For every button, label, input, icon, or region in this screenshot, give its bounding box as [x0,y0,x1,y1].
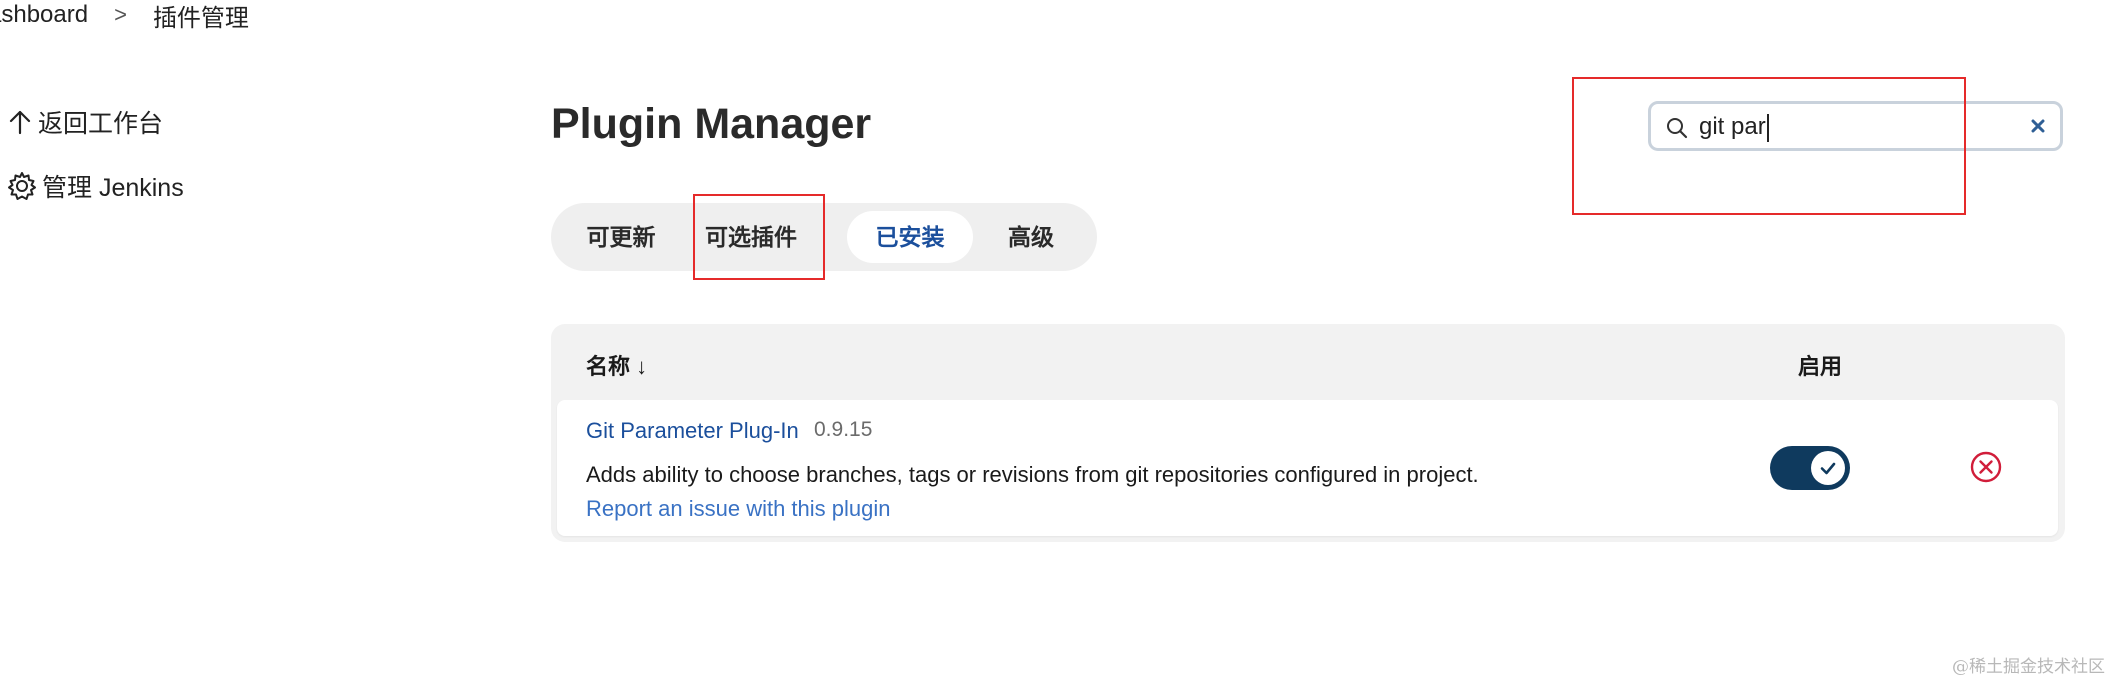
table-row: Git Parameter Plug-In 0.9.15 Adds abilit… [557,400,2058,536]
tab-updates[interactable]: 可更新 [569,211,673,263]
side-item-back-to-dashboard[interactable]: 返回工作台 [6,104,163,140]
plugins-table: 名称 ↓ 启用 Git Parameter Plug-In 0.9.15 Add… [551,324,2065,542]
breadcrumb-plugin-manager[interactable]: 插件管理 [153,0,249,33]
plugin-description: Adds ability to choose branches, tags or… [586,462,1479,487]
uninstall-icon[interactable] [1969,450,2003,484]
tab-installed[interactable]: 已安装 [847,211,973,263]
gear-icon [8,172,36,200]
enable-toggle[interactable] [1770,446,1850,490]
checkmark-icon [1820,462,1836,475]
tab-advanced[interactable]: 高级 [991,211,1071,263]
highlight-box-search [1572,77,1966,215]
side-item-label: 返回工作台 [38,110,164,138]
watermark: @稀土掘金技术社区 [1952,657,2105,677]
close-icon[interactable] [2026,114,2050,138]
side-item-label: 管理 Jenkins [42,174,184,202]
column-header-name[interactable]: 名称 ↓ [586,349,647,381]
toggle-knob [1811,451,1845,485]
breadcrumb-separator: > [114,2,127,27]
page-title: Plugin Manager [551,100,872,148]
up-arrow-icon [9,110,31,135]
breadcrumb-dashboard[interactable]: ashboard [0,1,88,29]
plugin-name-link[interactable]: Git Parameter Plug-In [586,418,799,444]
side-item-manage-jenkins[interactable]: 管理 Jenkins [6,168,184,204]
plugin-version: 0.9.15 [814,418,873,441]
report-issue-link[interactable]: Report an issue with this plugin [586,496,891,522]
column-header-enabled: 启用 [1798,354,1843,379]
breadcrumb: ashboard > 插件管理 [0,0,249,33]
highlight-box-available-tab [693,194,825,280]
